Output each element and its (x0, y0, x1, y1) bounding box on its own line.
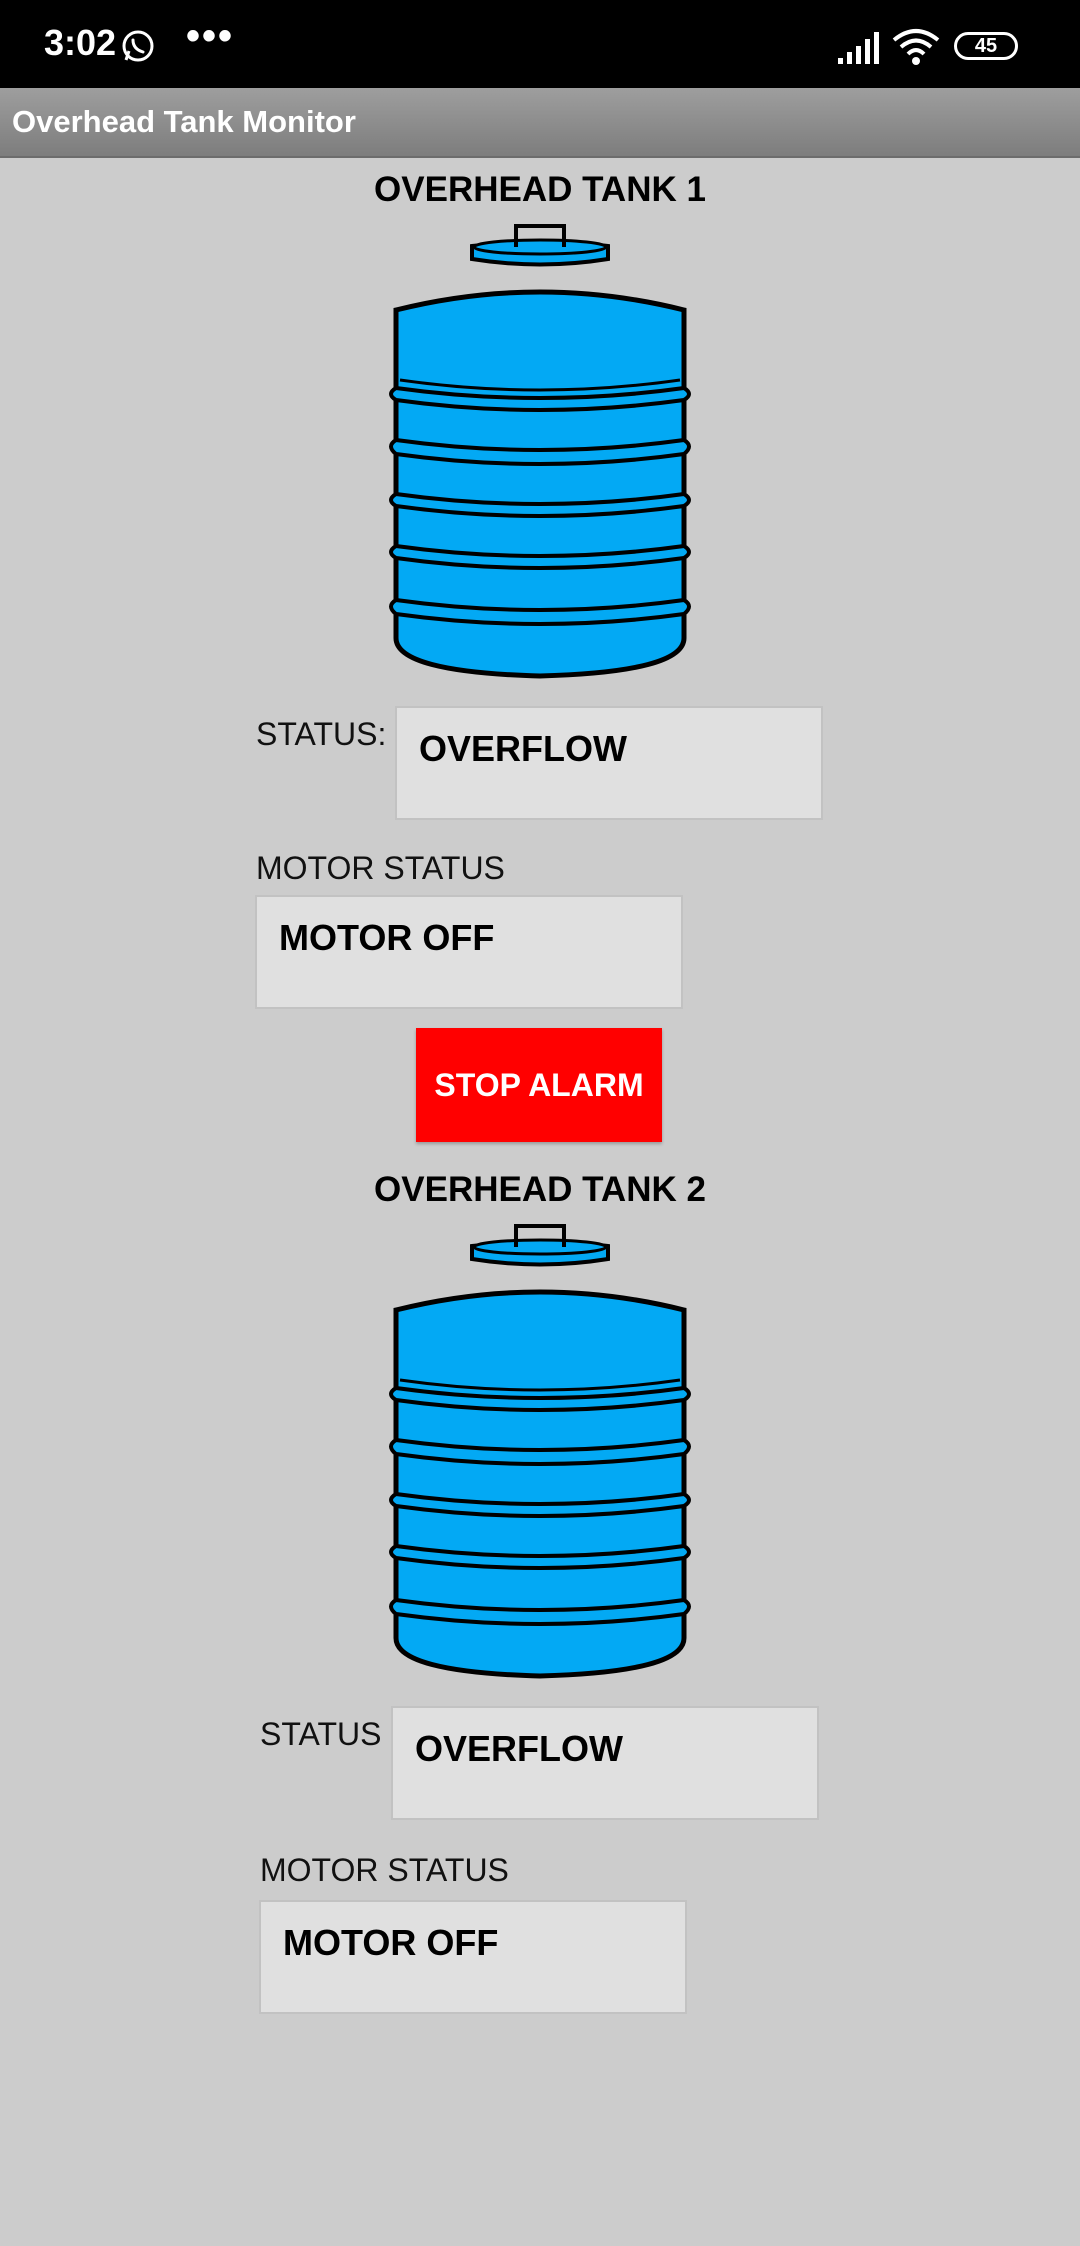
tank1-motor-field: MOTOR OFF (255, 895, 683, 1009)
battery-level: 45 (974, 34, 998, 57)
wifi-icon (892, 29, 940, 65)
tank2-title: OVERHEAD TANK 2 (374, 1170, 706, 1209)
app-bar: Overhead Tank Monitor (0, 88, 1080, 158)
tank1-status-field: OVERFLOW (395, 706, 823, 820)
battery-icon: 45 (954, 32, 1018, 60)
app-title: Overhead Tank Monitor (12, 104, 356, 139)
tank1-status-label: STATUS: (256, 716, 387, 752)
water-tank-icon (344, 222, 736, 692)
more-icon: ••• (186, 14, 235, 58)
status-bar: 3:02 ••• 45 (0, 0, 1080, 88)
tank1-title: OVERHEAD TANK 1 (374, 170, 706, 209)
tank2-motor-label: MOTOR STATUS (260, 1852, 509, 1888)
clock: 3:02 (44, 22, 117, 63)
tank1-motor-label: MOTOR STATUS (256, 850, 505, 886)
tank2-motor-field: MOTOR OFF (259, 1900, 687, 2014)
tank2-status-label: STATUS (260, 1716, 382, 1752)
whatsapp-icon (122, 30, 154, 62)
stop-alarm-button[interactable]: STOP ALARM (416, 1028, 662, 1142)
water-tank-icon (344, 1222, 736, 1692)
tank2-status-field: OVERFLOW (391, 1706, 819, 1820)
signal-icon (838, 32, 879, 64)
